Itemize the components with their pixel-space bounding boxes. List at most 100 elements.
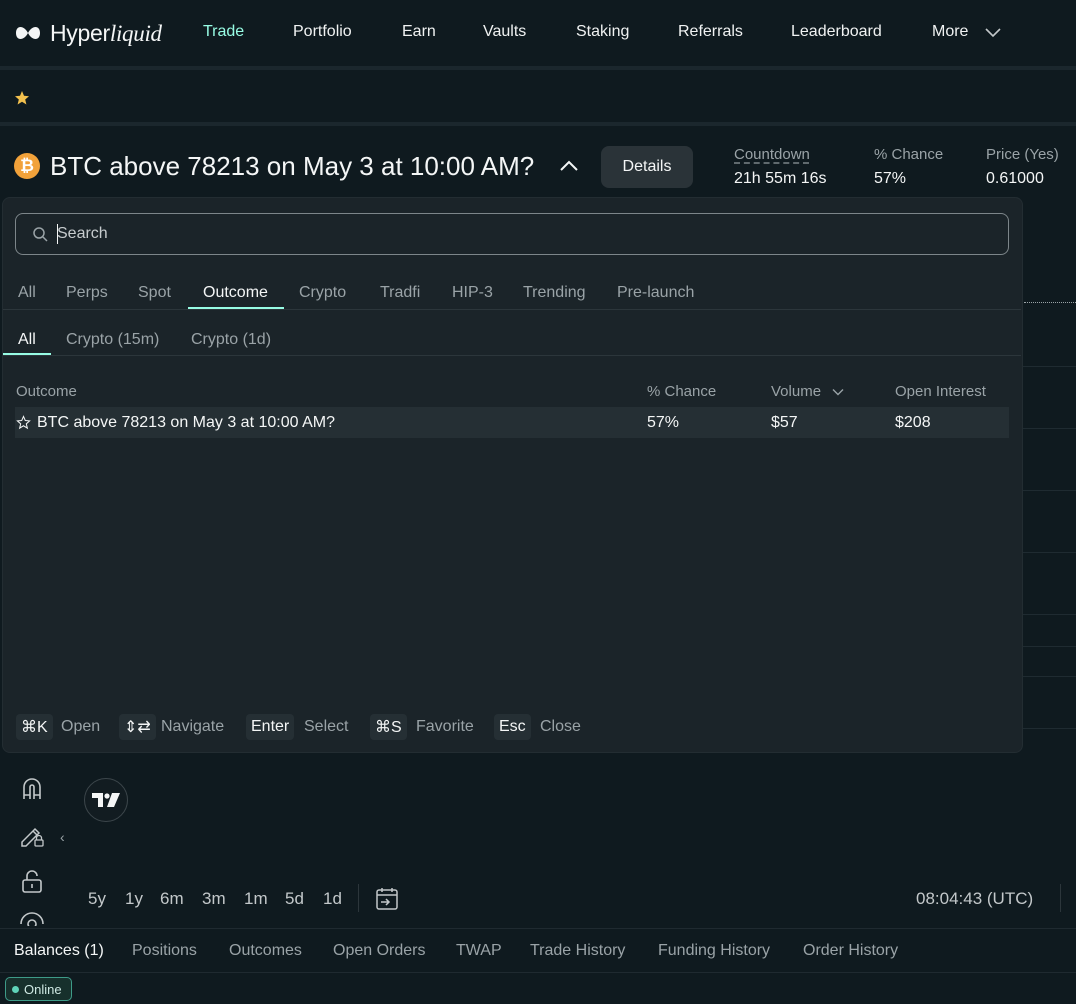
countdown-label[interactable]: Countdown	[734, 146, 810, 163]
favorites-bar	[0, 72, 1076, 122]
tab-twap[interactable]: TWAP	[456, 942, 502, 960]
tab-divider	[3, 309, 1021, 310]
sort-chevron-down-icon[interactable]	[832, 388, 844, 396]
grid-line	[1022, 428, 1076, 429]
shortcut-key-select: Enter	[246, 714, 295, 740]
top-navigation: Hyperliquid	[0, 0, 1076, 66]
grid-line	[1022, 614, 1076, 615]
nav-item-vaults[interactable]: Vaults	[483, 23, 526, 41]
column-chance[interactable]: % Chance	[647, 383, 716, 400]
range-5d-button[interactable]: 5d	[285, 889, 304, 909]
grid-line	[1022, 676, 1076, 677]
clock-separator	[1060, 884, 1061, 912]
favorite-star-icon[interactable]	[16, 415, 31, 430]
row-chance: 57%	[647, 414, 680, 431]
subtab-all[interactable]: All	[18, 331, 36, 349]
chance-label: % Chance	[874, 146, 944, 163]
range-1y-button[interactable]: 1y	[125, 889, 143, 909]
tab-hip-3[interactable]: HIP-3	[452, 284, 493, 302]
tab-tradfi[interactable]: Tradfi	[380, 284, 420, 302]
tab-balances[interactable]: Balances (1)	[14, 942, 104, 960]
range-separator	[358, 884, 359, 912]
tab-trade-history[interactable]: Trade History	[530, 942, 625, 960]
search-input[interactable]	[57, 222, 957, 246]
column-volume[interactable]: Volume	[771, 383, 821, 400]
unlock-icon[interactable]	[19, 867, 45, 895]
hyperliquid-logo-icon	[16, 27, 40, 39]
column-outcome[interactable]: Outcome	[16, 383, 77, 400]
grid-line	[1022, 366, 1076, 367]
grid-line	[1022, 490, 1076, 491]
logo[interactable]: Hyperliquid	[14, 20, 162, 47]
countdown-value: 21h 55m 16s	[734, 170, 827, 187]
tab-perps[interactable]: Perps	[66, 284, 108, 302]
nav-divider	[0, 66, 1076, 70]
range-5y-button[interactable]: 5y	[88, 889, 106, 909]
logo-text: Hyperliquid	[50, 19, 162, 46]
row-outcome: BTC above 78213 on May 3 at 10:00 AM?	[37, 414, 335, 431]
tradingview-icon	[92, 793, 120, 807]
nav-item-referrals[interactable]: Referrals	[678, 23, 743, 41]
row-volume: $57	[771, 414, 798, 431]
eye-icon[interactable]	[19, 910, 45, 926]
calendar-goto-icon[interactable]	[374, 886, 400, 912]
shortcut-key-close: Esc	[494, 714, 531, 740]
nav-item-earn[interactable]: Earn	[402, 23, 436, 41]
favorites-divider	[0, 122, 1076, 126]
range-6m-button[interactable]: 6m	[160, 889, 184, 909]
nav-item-leaderboard[interactable]: Leaderboard	[791, 23, 882, 41]
tab-all[interactable]: All	[18, 284, 36, 302]
nav-item-staking[interactable]: Staking	[576, 23, 629, 41]
grid-line	[1022, 646, 1076, 647]
tab-trending[interactable]: Trending	[523, 284, 586, 302]
shortcut-key-open: ⌘K	[16, 714, 53, 740]
price-line	[1024, 302, 1076, 303]
chance-value: 57%	[874, 170, 907, 187]
nav-item-portfolio[interactable]: Portfolio	[293, 23, 352, 41]
tab-spot[interactable]: Spot	[138, 284, 171, 302]
shortcut-key-favorite: ⌘S	[370, 714, 407, 740]
pencil-lock-icon[interactable]	[19, 820, 45, 848]
chevron-up-icon[interactable]	[558, 158, 580, 174]
tab-pre-launch[interactable]: Pre-launch	[617, 284, 694, 302]
row-open-interest: $208	[895, 414, 931, 431]
nav-item-more[interactable]: More	[932, 23, 968, 41]
shortcut-label-navigate: Navigate	[161, 718, 225, 735]
grid-line	[1022, 552, 1076, 553]
tradingview-logo[interactable]	[84, 778, 128, 822]
subtab-crypto-15m[interactable]: Crypto (15m)	[66, 331, 159, 349]
grid-line	[1022, 728, 1076, 729]
tab-crypto[interactable]: Crypto	[299, 284, 346, 302]
utc-clock[interactable]: 08:04:43 (UTC)	[916, 889, 1033, 909]
market-title[interactable]: BTC above 78213 on May 3 at 10:00 AM?	[50, 151, 534, 182]
price-yes-value: 0.61000	[986, 170, 1044, 187]
bitcoin-icon: ₿	[14, 153, 40, 179]
range-1d-button[interactable]: 1d	[323, 889, 342, 909]
column-open-interest[interactable]: Open Interest	[895, 383, 986, 400]
details-button[interactable]: Details	[601, 146, 693, 188]
nav-item-trade[interactable]: Trade	[203, 23, 244, 41]
collapse-toolbar-icon[interactable]: ‹	[60, 829, 65, 845]
shortcut-label-select: Select	[304, 718, 349, 735]
subtab-divider	[3, 355, 1021, 356]
tab-funding-history[interactable]: Funding History	[658, 942, 770, 960]
tab-open-orders[interactable]: Open Orders	[333, 942, 425, 960]
shortcut-key-navigate: ⇕⇄	[119, 714, 156, 740]
subtab-crypto-1d[interactable]: Crypto (1d)	[191, 331, 271, 349]
range-1m-button[interactable]: 1m	[244, 889, 268, 909]
online-status-badge: Online	[5, 977, 72, 1001]
range-3m-button[interactable]: 3m	[202, 889, 226, 909]
text-caret	[57, 224, 58, 244]
tab-positions[interactable]: Positions	[132, 942, 197, 960]
magnet-icon[interactable]	[19, 775, 45, 803]
tab-outcome[interactable]: Outcome	[203, 284, 268, 302]
tab-outcomes[interactable]: Outcomes	[229, 942, 302, 960]
shortcut-label-close: Close	[540, 718, 581, 735]
shortcut-label-favorite: Favorite	[416, 718, 474, 735]
favorites-star-icon[interactable]	[14, 90, 30, 106]
chevron-down-icon[interactable]	[984, 26, 1002, 38]
market-search-popup	[2, 197, 1023, 753]
tab-order-history[interactable]: Order History	[803, 942, 898, 960]
price-yes-label: Price (Yes)	[986, 146, 1059, 163]
online-label: Online	[24, 981, 62, 997]
